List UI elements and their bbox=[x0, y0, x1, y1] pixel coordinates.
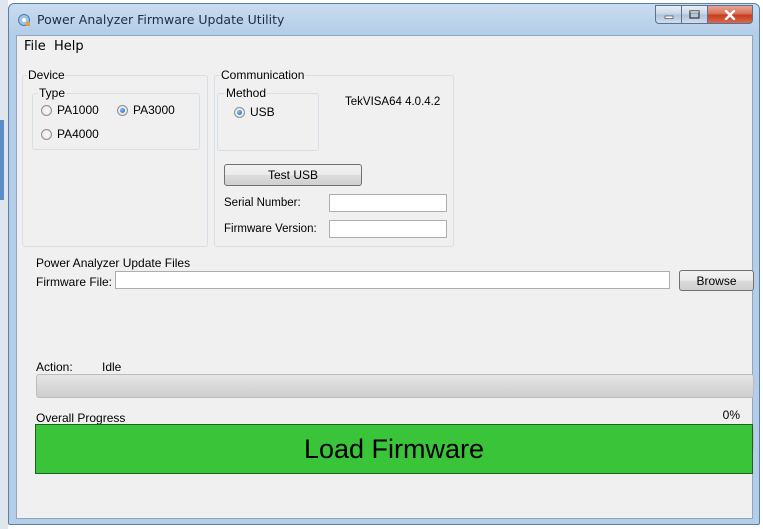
overall-progress-label: Overall Progress bbox=[36, 411, 126, 425]
radio-pa1000-label: PA1000 bbox=[57, 103, 99, 117]
radio-checked-icon bbox=[117, 104, 128, 116]
action-progress-bar bbox=[36, 374, 754, 398]
menu-file[interactable]: File bbox=[24, 39, 46, 54]
serial-number-field[interactable] bbox=[329, 194, 447, 212]
desktop-edge bbox=[0, 0, 8, 529]
type-group-label: Type bbox=[38, 86, 67, 100]
radio-usb[interactable]: USB bbox=[234, 105, 275, 119]
test-usb-button[interactable]: Test USB bbox=[224, 164, 362, 186]
radio-unchecked-icon bbox=[41, 128, 52, 140]
visa-version: TekVISA64 4.0.4.2 bbox=[345, 96, 441, 108]
firmware-file-field[interactable] bbox=[115, 271, 670, 289]
radio-pa4000[interactable]: PA4000 bbox=[41, 127, 99, 141]
minimize-icon bbox=[664, 15, 673, 19]
radio-pa1000[interactable]: PA1000 bbox=[41, 103, 99, 117]
maximize-button[interactable] bbox=[682, 5, 708, 24]
overall-progress-percent: 0% bbox=[722, 408, 740, 422]
serial-number-label: Serial Number: bbox=[224, 197, 301, 209]
app-icon bbox=[18, 14, 30, 26]
app-window: Power Analyzer Firmware Update Utility F… bbox=[8, 3, 760, 525]
update-files-label: Power Analyzer Update Files bbox=[36, 256, 191, 270]
radio-pa4000-label: PA4000 bbox=[57, 127, 99, 141]
radio-unchecked-icon bbox=[41, 104, 52, 116]
close-icon bbox=[724, 9, 736, 20]
radio-pa3000[interactable]: PA3000 bbox=[117, 103, 175, 117]
firmware-version-label: Firmware Version: bbox=[224, 223, 317, 235]
method-group-label: Method bbox=[225, 86, 268, 100]
radio-usb-label: USB bbox=[250, 105, 275, 119]
communication-group-label: Communication bbox=[220, 68, 306, 82]
action-label: Action: bbox=[36, 360, 73, 374]
menu-help[interactable]: Help bbox=[54, 39, 84, 54]
window-title: Power Analyzer Firmware Update Utility bbox=[37, 12, 285, 27]
radio-checked-icon bbox=[234, 106, 245, 118]
firmware-file-label: Firmware File: bbox=[36, 275, 113, 289]
close-button[interactable] bbox=[708, 5, 753, 24]
title-bar[interactable]: Power Analyzer Firmware Update Utility bbox=[9, 4, 759, 34]
method-group bbox=[217, 93, 319, 151]
device-group-label: Device bbox=[27, 68, 66, 82]
browse-button[interactable]: Browse bbox=[679, 270, 754, 291]
firmware-version-field[interactable] bbox=[329, 220, 447, 238]
action-status: Idle bbox=[102, 360, 122, 374]
load-firmware-button[interactable]: Load Firmware bbox=[35, 424, 753, 474]
radio-pa3000-label: PA3000 bbox=[133, 103, 175, 117]
menu-bar: File Help bbox=[17, 36, 752, 56]
minimize-button[interactable] bbox=[655, 5, 682, 24]
maximize-icon bbox=[689, 10, 700, 19]
type-group bbox=[32, 93, 200, 150]
